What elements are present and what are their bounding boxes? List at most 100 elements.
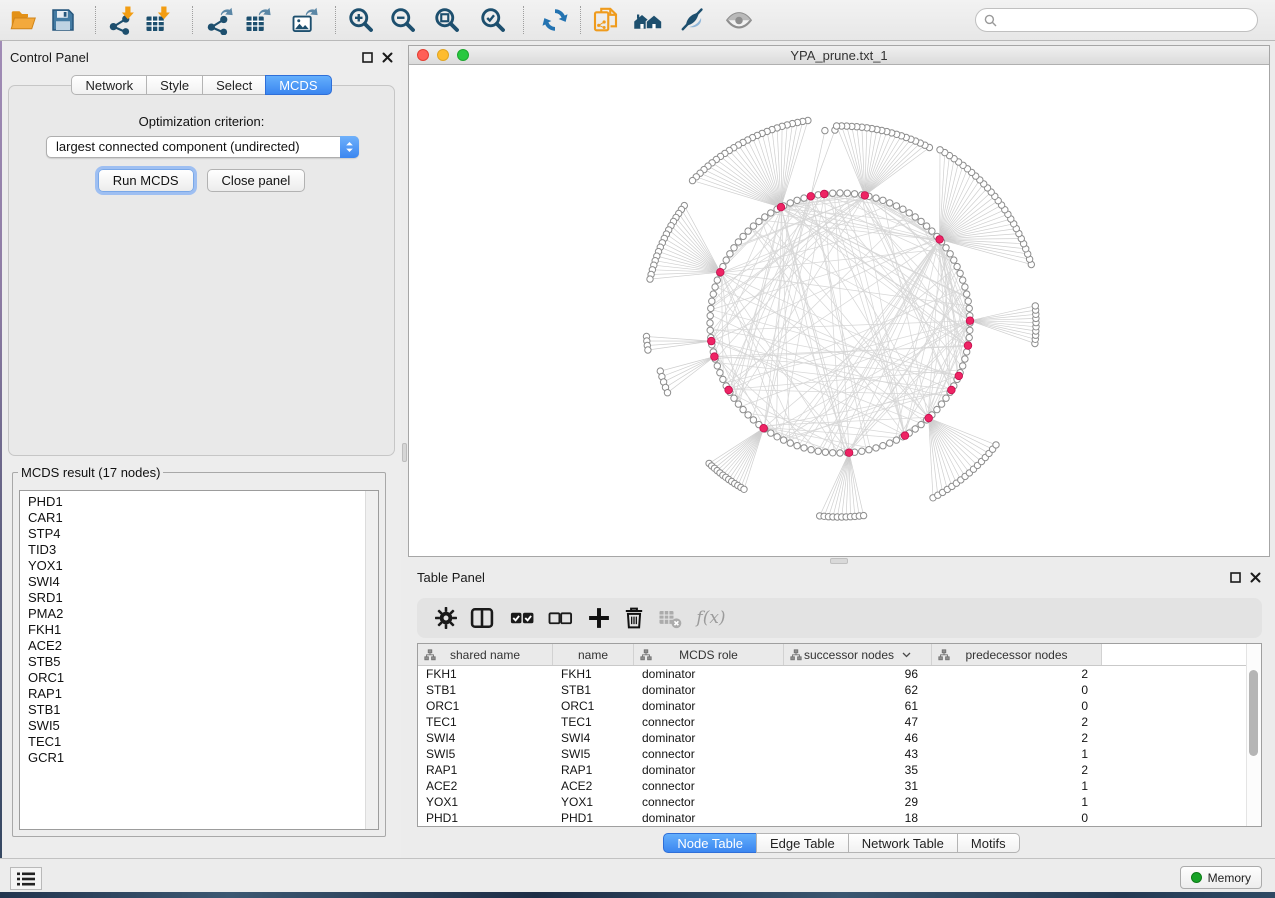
table-row[interactable]: PHD1PHD1dominator180 (418, 810, 1246, 826)
mcds-result-item[interactable]: SRD1 (20, 590, 364, 606)
mcds-result-item[interactable]: TEC1 (20, 734, 364, 750)
tab-edge-table[interactable]: Edge Table (756, 833, 849, 853)
mcds-hub-node[interactable] (955, 372, 963, 380)
add-column-icon[interactable] (585, 604, 613, 632)
column-header-name[interactable]: name (553, 644, 634, 665)
close-traffic-light[interactable] (417, 49, 429, 61)
import-network-icon[interactable] (107, 5, 137, 35)
mcds-hub-node[interactable] (901, 432, 909, 440)
result-scrollbar[interactable] (365, 491, 378, 829)
vertical-splitter[interactable] (401, 41, 408, 858)
task-history-button[interactable] (10, 867, 42, 890)
table-scrollbar[interactable] (1246, 644, 1261, 826)
column-header-successor-nodes[interactable]: successor nodes (784, 644, 932, 665)
mcds-result-item[interactable]: STB1 (20, 702, 364, 718)
network-home-icon[interactable] (633, 5, 663, 35)
table-row[interactable]: SWI4SWI4dominator462 (418, 730, 1246, 746)
close-icon[interactable] (381, 51, 393, 63)
mcds-result-item[interactable]: RAP1 (20, 686, 364, 702)
table-scrollbar-thumb[interactable] (1249, 670, 1258, 756)
mcds-hub-node[interactable] (966, 317, 974, 325)
deselect-all-icon[interactable] (546, 604, 574, 632)
mcds-result-item[interactable]: FKH1 (20, 622, 364, 638)
mcds-hub-node[interactable] (717, 268, 725, 276)
horizontal-splitter-handle[interactable] (830, 558, 848, 564)
search-box[interactable] (975, 8, 1258, 32)
mcds-hub-node[interactable] (711, 353, 719, 361)
export-table-icon[interactable] (243, 5, 273, 35)
mcds-hub-node[interactable] (807, 193, 815, 201)
mcds-hub-node[interactable] (820, 190, 828, 198)
mcds-hub-node[interactable] (708, 337, 716, 345)
import-table-icon[interactable] (143, 5, 173, 35)
refresh-icon[interactable] (540, 5, 570, 35)
mcds-hub-node[interactable] (777, 203, 785, 211)
zoom-selected-icon[interactable] (478, 5, 508, 35)
mcds-hub-node[interactable] (948, 386, 956, 394)
export-image-icon[interactable] (290, 5, 320, 35)
mcds-result-item[interactable]: SWI4 (20, 574, 364, 590)
export-network-icon[interactable] (205, 5, 235, 35)
zoom-out-icon[interactable] (388, 5, 418, 35)
mcds-result-item[interactable]: PMA2 (20, 606, 364, 622)
table-row[interactable]: ACE2ACE2connector311 (418, 778, 1246, 794)
table-row[interactable]: YOX1YOX1connector291 (418, 794, 1246, 810)
mcds-hub-node[interactable] (925, 414, 933, 422)
tab-node-table[interactable]: Node Table (663, 833, 757, 853)
open-file-icon[interactable] (8, 5, 38, 35)
table-row[interactable]: STB1STB1dominator620 (418, 682, 1246, 698)
mcds-result-item[interactable]: STP4 (20, 526, 364, 542)
optimization-criterion-select[interactable]: largest connected component (undirected) (46, 136, 359, 158)
column-header-predecessor-nodes[interactable]: predecessor nodes (932, 644, 1102, 665)
table-row[interactable]: RAP1RAP1dominator352 (418, 762, 1246, 778)
memory-button[interactable]: Memory (1180, 866, 1262, 889)
tab-style[interactable]: Style (146, 75, 203, 95)
tab-select[interactable]: Select (202, 75, 266, 95)
network-canvas[interactable] (409, 65, 1269, 556)
column-header-mcds-role[interactable]: MCDS role (634, 644, 784, 665)
mcds-hub-node[interactable] (964, 342, 972, 350)
mcds-hub-node[interactable] (760, 424, 768, 432)
close-panel-button[interactable]: Close panel (207, 169, 306, 192)
run-mcds-button[interactable]: Run MCDS (98, 169, 194, 192)
mcds-hub-node[interactable] (845, 449, 853, 457)
table-row[interactable]: FKH1FKH1dominator962 (418, 666, 1246, 682)
split-view-icon[interactable] (468, 604, 496, 632)
column-header-shared-name[interactable]: shared name (418, 644, 553, 665)
float-icon[interactable] (361, 51, 373, 63)
show-details-icon[interactable] (724, 5, 754, 35)
hide-details-icon[interactable] (677, 5, 707, 35)
table-row[interactable]: ORC1ORC1dominator610 (418, 698, 1246, 714)
mcds-result-item[interactable]: SWI5 (20, 718, 364, 734)
mcds-result-item[interactable]: ORC1 (20, 670, 364, 686)
mcds-result-item[interactable]: PHD1 (20, 494, 364, 510)
mcds-result-item[interactable]: CAR1 (20, 510, 364, 526)
select-all-icon[interactable] (508, 604, 536, 632)
mcds-result-item[interactable]: ACE2 (20, 638, 364, 654)
clone-network-icon[interactable] (591, 5, 621, 35)
delete-column-icon[interactable] (620, 604, 648, 632)
mcds-hub-node[interactable] (861, 192, 869, 200)
mcds-hub-node[interactable] (725, 386, 733, 394)
mcds-result-item[interactable]: STB5 (20, 654, 364, 670)
zoom-in-icon[interactable] (346, 5, 376, 35)
tab-motifs[interactable]: Motifs (957, 833, 1020, 853)
settings-icon[interactable] (432, 604, 460, 632)
mcds-result-item[interactable]: YOX1 (20, 558, 364, 574)
tab-network-table[interactable]: Network Table (848, 833, 958, 853)
mcds-result-item[interactable]: TID3 (20, 542, 364, 558)
close-icon[interactable] (1249, 571, 1261, 583)
search-input[interactable] (1002, 10, 1250, 30)
zoom-fit-icon[interactable] (432, 5, 462, 35)
float-icon[interactable] (1229, 571, 1241, 583)
mcds-hub-node[interactable] (936, 236, 944, 244)
save-session-icon[interactable] (48, 5, 78, 35)
vertical-splitter-handle[interactable] (402, 443, 407, 462)
minimize-traffic-light[interactable] (437, 49, 449, 61)
tab-network[interactable]: Network (71, 75, 147, 95)
table-row[interactable]: SWI5SWI5connector431 (418, 746, 1246, 762)
mcds-result-item[interactable]: GCR1 (20, 750, 364, 766)
zoom-traffic-light[interactable] (457, 49, 469, 61)
table-row[interactable]: TEC1TEC1connector472 (418, 714, 1246, 730)
network-graph[interactable] (409, 65, 1269, 556)
